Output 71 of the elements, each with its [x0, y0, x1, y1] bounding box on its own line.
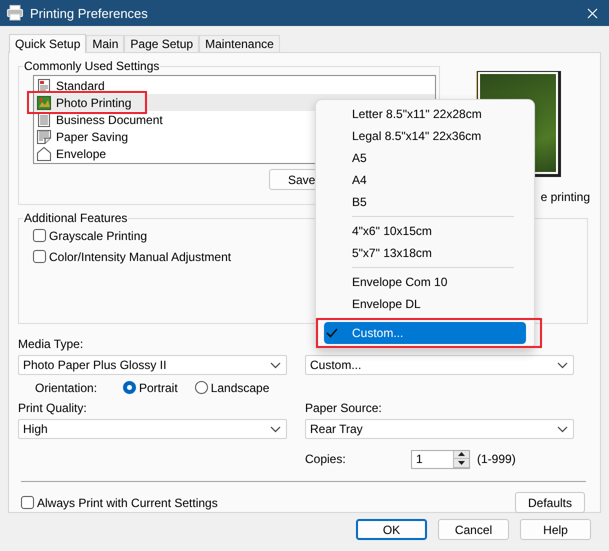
menu-item[interactable]: Envelope Com 10 [324, 271, 526, 293]
select-value: Custom... [310, 358, 362, 372]
checkbox[interactable] [33, 229, 46, 242]
menu-item-label: Custom... [352, 326, 404, 340]
menu-item[interactable]: Custom... [324, 322, 526, 344]
checkbox-label: Always Print with Current Settings [37, 496, 218, 510]
select-value: High [23, 422, 48, 436]
menu-item-label: A4 [352, 173, 367, 187]
tab[interactable]: Maintenance [199, 35, 280, 52]
checkbox[interactable] [21, 496, 34, 509]
tab[interactable]: Main [86, 35, 124, 52]
checkbox-label: Grayscale Printing [49, 228, 148, 242]
group-title: Commonly Used Settings [23, 59, 160, 73]
list-item[interactable]: Standard [34, 77, 435, 94]
dialog-button[interactable]: OK [356, 519, 427, 540]
radio-button[interactable] [194, 381, 208, 394]
list-item-label: Standard [56, 78, 105, 92]
list-item-label: Business Document [56, 112, 163, 126]
menu-item[interactable]: 4"x6" 10x15cm [324, 220, 526, 242]
menu-item[interactable]: A5 [324, 147, 526, 169]
dialog-button[interactable]: Help [520, 519, 591, 540]
group-title: Additional Features [23, 211, 128, 225]
menu-item-label: B5 [352, 195, 367, 209]
menu-item-label: 5"x7" 13x18cm [352, 246, 432, 260]
list-item-label: Paper Saving [56, 130, 128, 144]
menu-item[interactable]: 5"x7" 13x18cm [324, 242, 526, 264]
menu-item-label: Envelope Com 10 [352, 275, 448, 289]
field-label: Orientation: [35, 380, 98, 394]
checkbox[interactable] [33, 250, 46, 263]
defaults-button[interactable]: Defaults [515, 492, 585, 513]
window-title: Printing Preferences [30, 6, 148, 20]
up-arrow-icon [458, 452, 465, 456]
folded-page-icon [37, 130, 51, 144]
photo-icon [37, 96, 51, 110]
list-item-label: Photo Printing [56, 96, 132, 110]
radio-button[interactable] [123, 381, 136, 394]
menu-item-label: A5 [352, 151, 367, 165]
tab[interactable]: Page Setup [124, 35, 200, 52]
checkmark-icon [326, 327, 338, 339]
printer-icon [7, 5, 23, 21]
select-value: Rear Tray [310, 422, 363, 436]
paper-source-select[interactable]: Rear Tray [305, 419, 574, 439]
menu-item[interactable]: Envelope DL [324, 293, 526, 315]
menu-item-label: Legal 8.5"x14" 22x36cm [352, 129, 482, 143]
list-item-label: Envelope [56, 146, 106, 160]
close-icon [586, 8, 598, 18]
field-label: Media Type: [18, 336, 84, 352]
document-icon [37, 78, 51, 92]
document-icon [37, 112, 51, 126]
select-value: Photo Paper Plus Glossy II [23, 358, 166, 372]
tab[interactable]: Quick Setup [9, 34, 86, 53]
checkbox-label: Color/Intensity Manual Adjustment [49, 250, 232, 264]
menu-item[interactable]: B5 [324, 191, 526, 213]
radio-label: Landscape [210, 380, 270, 394]
copies-spinner[interactable]: 1 [411, 450, 470, 468]
field-label: Print Quality: [18, 400, 88, 416]
range-hint: (1-999) [477, 452, 516, 466]
media-type-select[interactable]: Photo Paper Plus Glossy II [18, 355, 287, 375]
down-arrow-icon [458, 460, 465, 465]
menu-item-label: Envelope DL [352, 297, 421, 311]
preview-caption: e printing [540, 190, 590, 204]
radio-label: Portrait [139, 380, 178, 394]
field-label: Copies: [305, 452, 347, 466]
print-quality-select[interactable]: High [18, 419, 287, 439]
menu-item-label: 4"x6" 10x15cm [352, 224, 432, 238]
field-label: Paper Source: [305, 400, 383, 416]
menu-item[interactable]: Legal 8.5"x14" 22x36cm [324, 125, 526, 147]
dialog-button[interactable]: Cancel [438, 519, 509, 540]
paper-size-select[interactable]: Custom... [305, 355, 574, 375]
envelope-icon [37, 146, 51, 160]
spinner-value: 1 [415, 450, 424, 468]
